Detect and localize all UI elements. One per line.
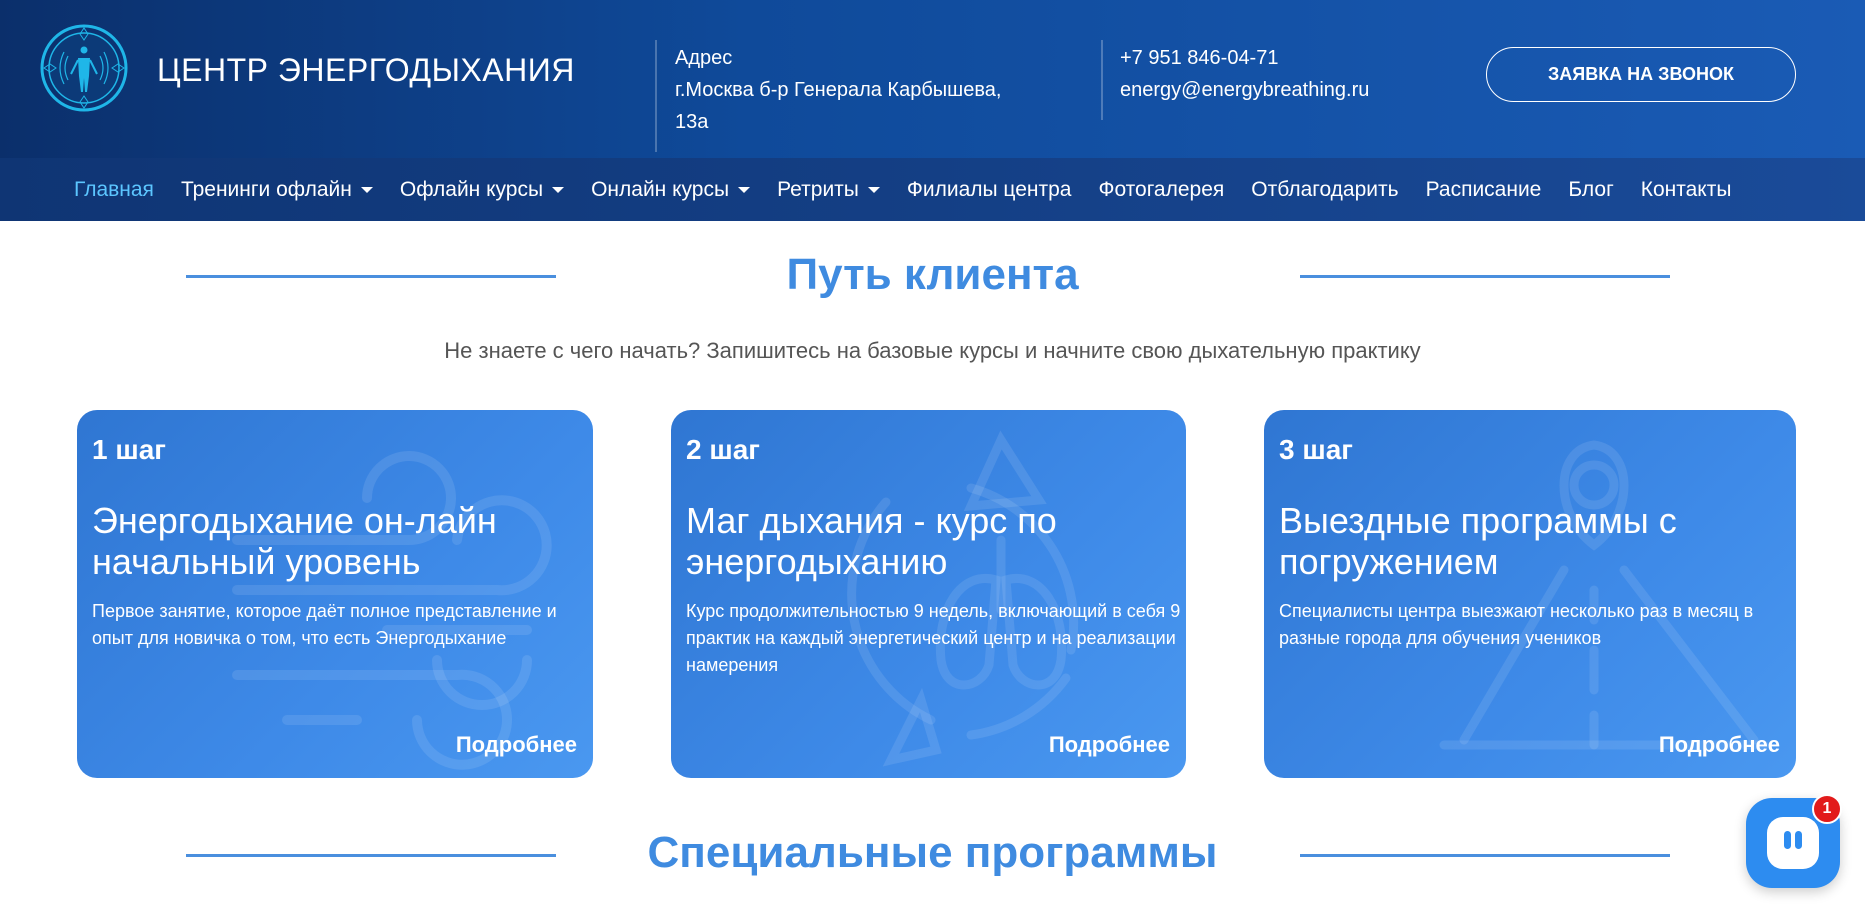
chevron-down-icon xyxy=(552,186,565,193)
card-description: Первое занятие, которое даёт полное пред… xyxy=(92,601,557,648)
nav-item-offline-trainings[interactable]: Тренинги офлайн xyxy=(181,178,373,202)
request-call-button[interactable]: ЗАЯВКА НА ЗВОНОК xyxy=(1486,47,1796,102)
nav-item-donate[interactable]: Отблагодарить xyxy=(1251,178,1398,202)
nav-item-branches[interactable]: Филиалы центра xyxy=(907,178,1072,202)
card-more-link[interactable]: Подробнее xyxy=(1049,732,1170,758)
nav-item-blog[interactable]: Блог xyxy=(1568,178,1613,202)
brand-name[interactable]: ЦЕНТР ЭНЕРГОДЫХАНИЯ xyxy=(157,52,575,89)
address-label: Адрес xyxy=(675,47,733,69)
email-link[interactable]: energy@energybreathing.ru xyxy=(1120,74,1369,106)
card-step: 2 шаг xyxy=(686,434,760,465)
address-block: Адрес г.Москва б-р Генерала Карбышева, 1… xyxy=(675,42,1055,138)
main-nav: Главная Тренинги офлайн Офлайн курсы Онл… xyxy=(0,158,1865,221)
nav-label: Ретриты xyxy=(777,177,859,201)
nav-label: Главная xyxy=(74,177,154,201)
card-title: Выездные программы с погружением xyxy=(1279,500,1677,582)
site-header: ЦЕНТР ЭНЕРГОДЫХАНИЯ Адрес г.Москва б-р Г… xyxy=(0,0,1865,158)
nav-item-online-courses[interactable]: Онлайн курсы xyxy=(591,177,751,202)
nav-item-gallery[interactable]: Фотогалерея xyxy=(1098,178,1224,202)
nav-label: Офлайн курсы xyxy=(399,177,544,201)
contacts-block: +7 951 846-04-71 energy@energybreathing.… xyxy=(1120,42,1369,106)
nav-item-contacts[interactable]: Контакты xyxy=(1641,178,1732,202)
card-step: 3 шаг xyxy=(1279,434,1353,465)
card-more-link[interactable]: Подробнее xyxy=(1659,732,1780,758)
nav-label: Филиалы центра xyxy=(906,177,1072,201)
card-more-link[interactable]: Подробнее xyxy=(456,732,577,758)
step-card-1[interactable]: 1 шаг Энергодыхание он-лайн начальный ур… xyxy=(77,410,593,778)
nav-label: Тренинги офлайн xyxy=(180,177,352,201)
chat-icon-dot xyxy=(1784,831,1791,849)
chevron-down-icon xyxy=(738,186,751,193)
nav-label: Отблагодарить xyxy=(1251,177,1399,201)
nav-item-schedule[interactable]: Расписание xyxy=(1426,178,1542,202)
card-title: Маг дыхания - курс по энергодыханию xyxy=(686,500,1057,582)
phone-link[interactable]: +7 951 846-04-71 xyxy=(1120,42,1369,74)
nav-label: Онлайн курсы xyxy=(591,177,730,201)
notification-badge: 1 xyxy=(1812,794,1842,824)
section-title: Путь клиента xyxy=(786,250,1079,299)
card-description: Курс продолжительностью 9 недель, включа… xyxy=(686,601,1181,675)
card-title: Энергодыхание он-лайн начальный уровень xyxy=(92,500,497,582)
nav-label: Контакты xyxy=(1640,177,1732,201)
step-card-3[interactable]: 3 шаг Выездные программы с погружением С… xyxy=(1264,410,1796,778)
card-step: 1 шаг xyxy=(92,434,166,465)
nav-item-retreats[interactable]: Ретриты xyxy=(777,178,880,202)
section-title: Специальные программы xyxy=(647,828,1218,877)
chevron-down-icon xyxy=(867,186,880,193)
logo-icon[interactable] xyxy=(38,22,130,114)
chat-icon xyxy=(1767,817,1819,869)
address-line-1: г.Москва б-р Генерала Карбышева, xyxy=(675,79,1002,101)
chevron-down-icon xyxy=(360,186,373,193)
nav-item-offline-courses[interactable]: Офлайн курсы xyxy=(399,177,565,202)
step-card-2[interactable]: 2 шаг Маг дыхания - курс по энергодыхани… xyxy=(671,410,1186,778)
nav-item-home[interactable]: Главная xyxy=(74,178,154,202)
chat-icon-dot xyxy=(1795,831,1802,849)
section-subtitle: Не знаете с чего начать? Запишитесь на б… xyxy=(444,338,1421,363)
address-line-2: 13а xyxy=(675,111,709,133)
nav-label: Расписание xyxy=(1425,177,1542,201)
nav-label: Фотогалерея xyxy=(1098,177,1225,201)
header-divider xyxy=(655,40,657,152)
header-divider xyxy=(1101,40,1103,120)
nav-label: Блог xyxy=(1568,177,1614,201)
card-description: Специалисты центра выезжают несколько ра… xyxy=(1279,601,1754,648)
